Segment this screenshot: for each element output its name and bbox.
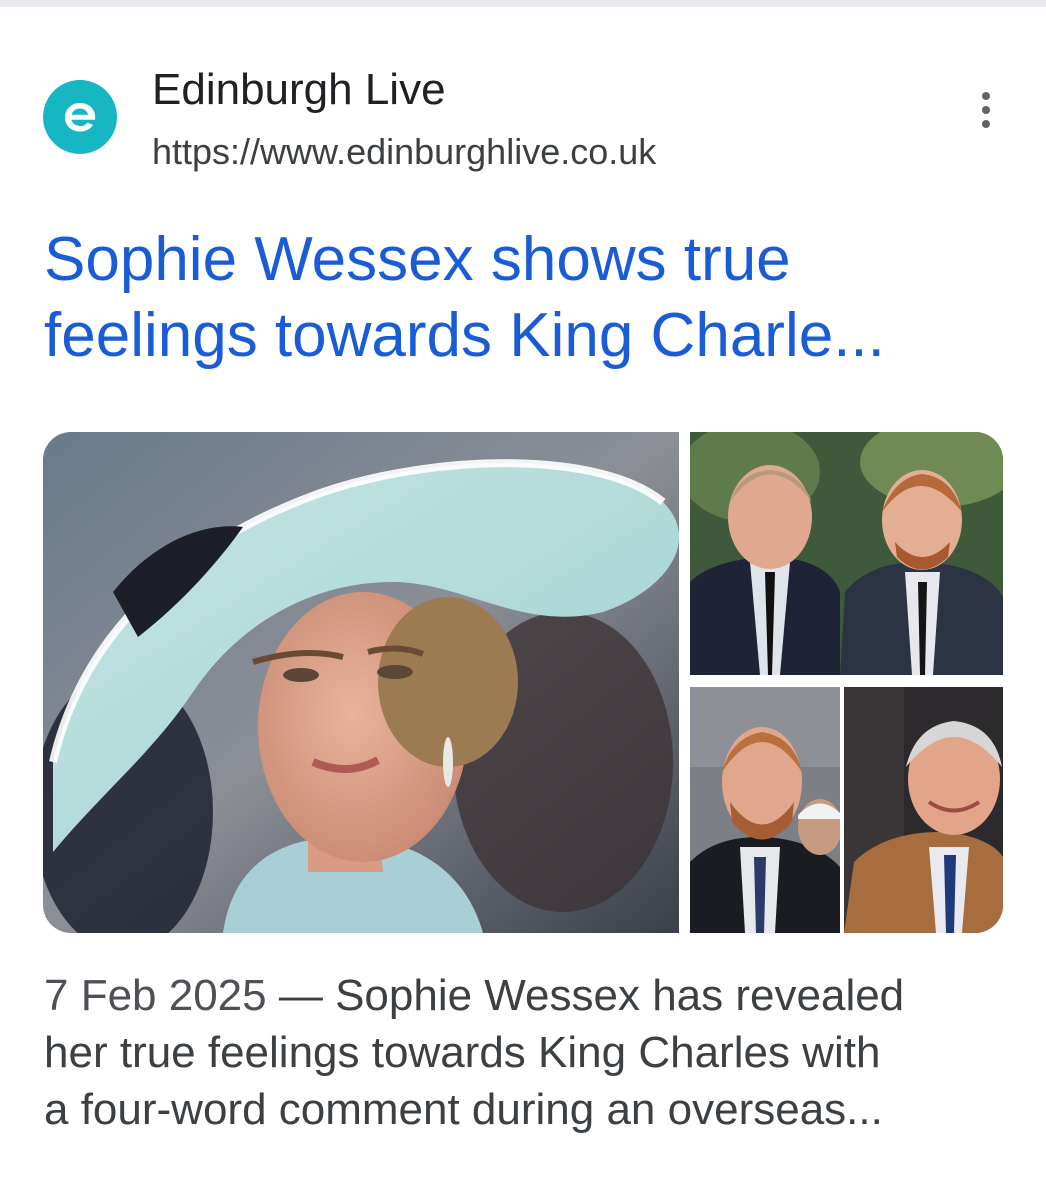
older-man-in-camel-coat-photo[interactable] (844, 687, 1003, 933)
more-vert-icon-dot (982, 92, 990, 100)
snippet-date: 7 Feb 2025 (44, 971, 267, 1020)
result-image-collage[interactable] (43, 432, 1003, 933)
more-vert-icon-dot (982, 106, 990, 114)
snippet-line: her true feelings towards King Charles w… (44, 1028, 881, 1077)
source-site-name[interactable]: Edinburgh Live (152, 64, 446, 116)
more-vert-icon-dot (982, 120, 990, 128)
snippet-line: 7 Feb 2025 — Sophie Wessex has revealed (44, 967, 1019, 1024)
two-men-in-suits-photo[interactable] (690, 432, 1003, 675)
source-site-url[interactable]: https://www.edinburghlive.co.uk (152, 130, 656, 174)
more-options-button[interactable] (964, 82, 1008, 138)
result-title-line: feelings towards King Charle... (44, 301, 885, 370)
snippet-separator: — (266, 971, 336, 1020)
site-favicon-icon[interactable] (43, 80, 117, 154)
result-title-line: Sophie Wessex shows true (44, 225, 791, 294)
bearded-man-in-suit-photo[interactable] (690, 687, 840, 933)
result-title-link[interactable]: Sophie Wessex shows true feelings toward… (44, 222, 1024, 374)
woman-in-light-blue-hat-photo[interactable] (43, 432, 679, 933)
snippet-text: Sophie Wessex has revealed (335, 971, 905, 1020)
top-divider-strip (0, 0, 1046, 7)
result-snippet: 7 Feb 2025 — Sophie Wessex has revealed … (44, 967, 1019, 1138)
snippet-line: a four-word comment during an overseas..… (44, 1085, 883, 1134)
